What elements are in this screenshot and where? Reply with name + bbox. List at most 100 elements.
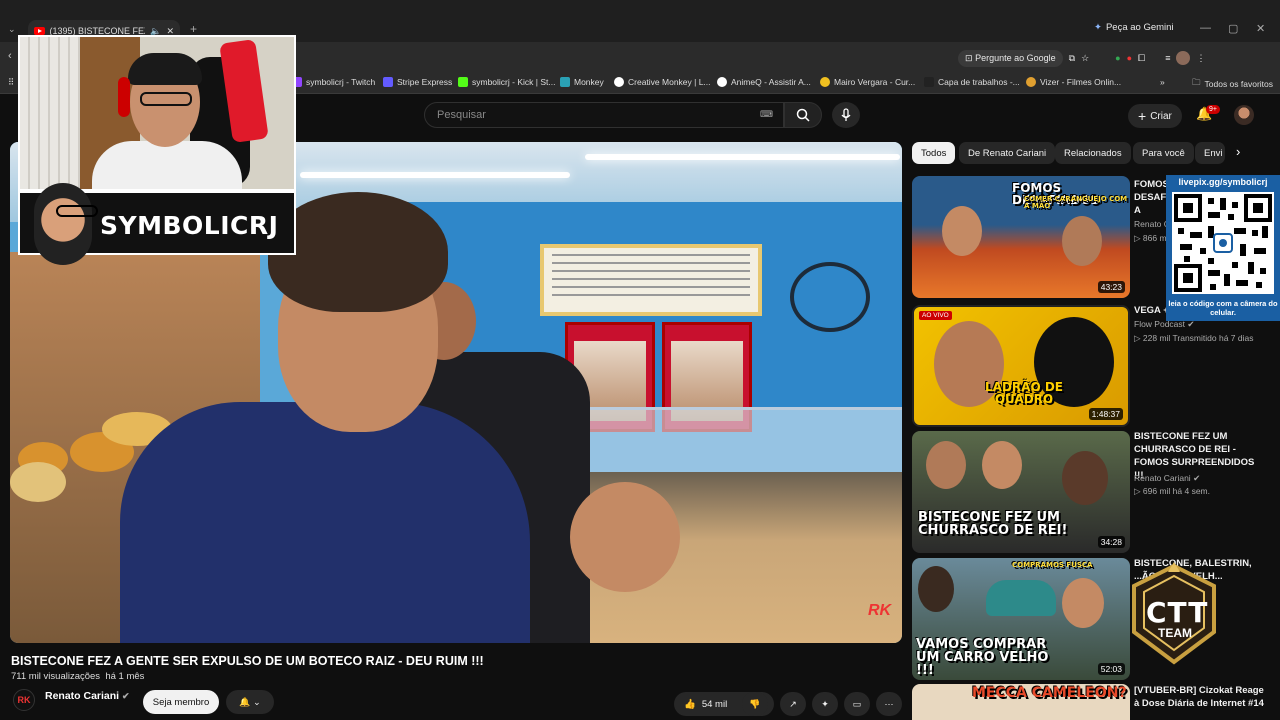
subscribed-button[interactable]: 🔔 ⌄: [226, 690, 274, 714]
qr-url: livepix.gg/symbolicrj: [1178, 177, 1268, 187]
livepix-qr-overlay: livepix.gg/symbolicrj leia o código com …: [1166, 175, 1280, 321]
badge-subtext: TEAM: [1158, 626, 1192, 640]
rec-channel[interactable]: Renato Cariani ✔: [1134, 473, 1200, 484]
rec-title[interactable]: [VTUBER-BR] Cizokat Reage à Dose Diária …: [1134, 684, 1264, 720]
rec-thumbnail[interactable]: FOMOS DESAFIADOS COMER CARANGUEJO COM A …: [912, 176, 1130, 298]
share-button[interactable]: ↗: [780, 692, 806, 716]
voice-search-button[interactable]: [832, 102, 860, 128]
globe-icon: [717, 77, 727, 87]
rec-thumbnail[interactable]: BISTECONE FEZ UM CHURRASCO DE REI! 34:28: [912, 431, 1130, 553]
monkey-icon: [560, 77, 570, 87]
microphone-icon: [841, 108, 851, 121]
bookmark-monkey[interactable]: Monkey: [560, 77, 604, 87]
keyboard-icon[interactable]: ⌨: [760, 109, 773, 120]
bookmark-label: Capa de trabalhos -...: [938, 77, 1020, 87]
rec-views: ▷ 228 mil Transmitido há 7 dias: [1134, 333, 1254, 343]
video-title: BISTECONE FEZ A GENTE SER EXPULSO DE UM …: [11, 654, 484, 668]
chip-todos[interactable]: Todos: [912, 142, 956, 164]
channel-name[interactable]: Renato Cariani ✔: [45, 690, 130, 702]
join-membership-button[interactable]: Seja membro: [143, 690, 219, 714]
vizer-icon: [1026, 77, 1036, 87]
bookmark-label: Vizer - Filmes Onlin...: [1040, 77, 1122, 87]
minimize-button[interactable]: —: [1200, 22, 1211, 34]
install-app-icon[interactable]: ⧉: [1069, 53, 1075, 64]
chip-label: De Renato Cariani: [968, 147, 1047, 159]
thumb-car: [986, 580, 1056, 616]
ask-google-button[interactable]: ⊡ Pergunte ao Google: [958, 49, 1063, 67]
qr-caption: leia o código com a câmera do celular.: [1168, 299, 1278, 317]
apps-grid-icon[interactable]: ⠿: [8, 77, 14, 88]
chip-for-you[interactable]: Para você: [1133, 142, 1194, 164]
search-icon: [796, 108, 810, 122]
thumbs-up-icon: 👍: [684, 698, 696, 710]
media-controls-icon[interactable]: ≡: [1165, 53, 1170, 63]
maximize-button[interactable]: ▢: [1228, 22, 1238, 35]
chips-next-chevron-icon[interactable]: ›: [1236, 144, 1240, 159]
save-button[interactable]: ▭: [844, 692, 870, 716]
thumb-text: VAMOS COMPRAR UM CARRO VELHO !!!: [916, 637, 1049, 678]
search-input[interactable]: Pesquisar ⌨: [424, 102, 784, 128]
video-scene-hand: [570, 482, 680, 592]
omnibox-actions: ⊡ Pergunte ao Google ⧉ ☆ ● ● ⧠ ≡ ⋮: [958, 48, 1205, 68]
rec-thumbnail[interactable]: MECCA CAMELEON?: [912, 684, 1130, 720]
chip-sent[interactable]: Envi: [1195, 142, 1225, 164]
chip-label: Envi: [1204, 147, 1223, 159]
rec-title[interactable]: FOMOS DESAFIADOS A COMER CARANGUEJO COM …: [1134, 178, 1166, 217]
bookmark-mairo[interactable]: Mairo Vergara - Cur...: [820, 77, 915, 87]
thanks-button[interactable]: ✦: [812, 692, 838, 716]
bookmark-label: symbolicrj - Kick | St...: [472, 77, 556, 87]
gemini-button[interactable]: ✦ Peça ao Gemini: [1094, 22, 1174, 33]
verified-icon: ✔: [1193, 473, 1201, 483]
rec-duration: 52:03: [1097, 663, 1125, 675]
more-actions-button[interactable]: ⋯: [876, 692, 902, 716]
chip-channel[interactable]: De Renato Cariani: [959, 142, 1056, 164]
kick-icon: [458, 77, 468, 87]
tab-list-chevron-icon[interactable]: ⌄: [8, 24, 16, 35]
search-placeholder: Pesquisar: [437, 109, 486, 121]
video-scene-glass-case: [580, 407, 902, 477]
chevron-down-icon: ⌄: [253, 696, 261, 707]
streamer-webcam-overlay: [18, 35, 296, 191]
new-tab-button[interactable]: +: [190, 22, 197, 36]
browser-menu-icon[interactable]: ⋮: [1196, 53, 1205, 64]
verified-icon: ✔: [122, 691, 130, 701]
bookmark-twitch[interactable]: symbolicrj - Twitch: [292, 77, 375, 87]
search-button[interactable]: [784, 102, 822, 128]
bookmark-capa[interactable]: Capa de trabalhos -...: [924, 77, 1020, 87]
more-bookmarks-chevron-icon[interactable]: »: [1160, 77, 1165, 87]
back-arrow-icon[interactable]: ‹: [8, 50, 12, 62]
badge-text: CTT: [1146, 596, 1209, 629]
extensions-puzzle-icon[interactable]: ⧠: [1138, 53, 1145, 64]
video-scene-light: [585, 154, 900, 160]
create-button[interactable]: + Criar: [1128, 104, 1182, 128]
capa-icon: [924, 77, 934, 87]
bookmark-stripe[interactable]: Stripe Express: [383, 77, 452, 87]
profile-avatar-small[interactable]: [1176, 51, 1191, 65]
extension-green-icon[interactable]: ●: [1115, 53, 1120, 63]
rec-thumbnail[interactable]: COMPRAMOS FUSCA VAMOS COMPRAR UM CARRO V…: [912, 558, 1130, 680]
video-meta: 711 mil visualizações há 1 mês: [11, 671, 144, 682]
bookmark-star-icon[interactable]: ☆: [1081, 53, 1089, 64]
thumb-person: [1062, 578, 1104, 628]
rec-views: ▷ 696 mil há 4 sem.: [1134, 486, 1210, 496]
thumb-person: [918, 566, 954, 612]
bookmark-label: AnimeQ - Assistir A...: [731, 77, 811, 87]
bookmark-creative-monkey[interactable]: Creative Monkey | L...: [614, 77, 711, 87]
close-window-button[interactable]: ✕: [1256, 22, 1265, 35]
all-bookmarks[interactable]: 🗀 Todos os favoritos: [1192, 77, 1273, 91]
bell-icon: 🔔: [239, 696, 251, 707]
folder-icon: 🗀: [1192, 77, 1201, 87]
view-count: 711 mil visualizações: [11, 671, 101, 682]
bookmark-kick[interactable]: symbolicrj - Kick | St...: [458, 77, 555, 87]
streamer-cartoon-avatar: [34, 183, 98, 265]
bookmark-vizer[interactable]: Vizer - Filmes Onlin...: [1026, 77, 1121, 87]
account-avatar[interactable]: [1234, 105, 1254, 125]
channel-avatar[interactable]: RK: [13, 689, 35, 711]
bookmark-label: Mairo Vergara - Cur...: [834, 77, 916, 87]
rec-thumbnail[interactable]: AO VIVO LADRÃO DE QUADRO 1:48:37: [912, 305, 1130, 427]
gemini-label: Peça ao Gemini: [1105, 22, 1174, 33]
extension-red-icon[interactable]: ●: [1127, 53, 1132, 63]
bookmark-animeq[interactable]: AnimeQ - Assistir A...: [717, 77, 811, 87]
chip-related[interactable]: Relacionados: [1055, 142, 1131, 164]
dislike-button[interactable]: 👎: [742, 692, 768, 716]
